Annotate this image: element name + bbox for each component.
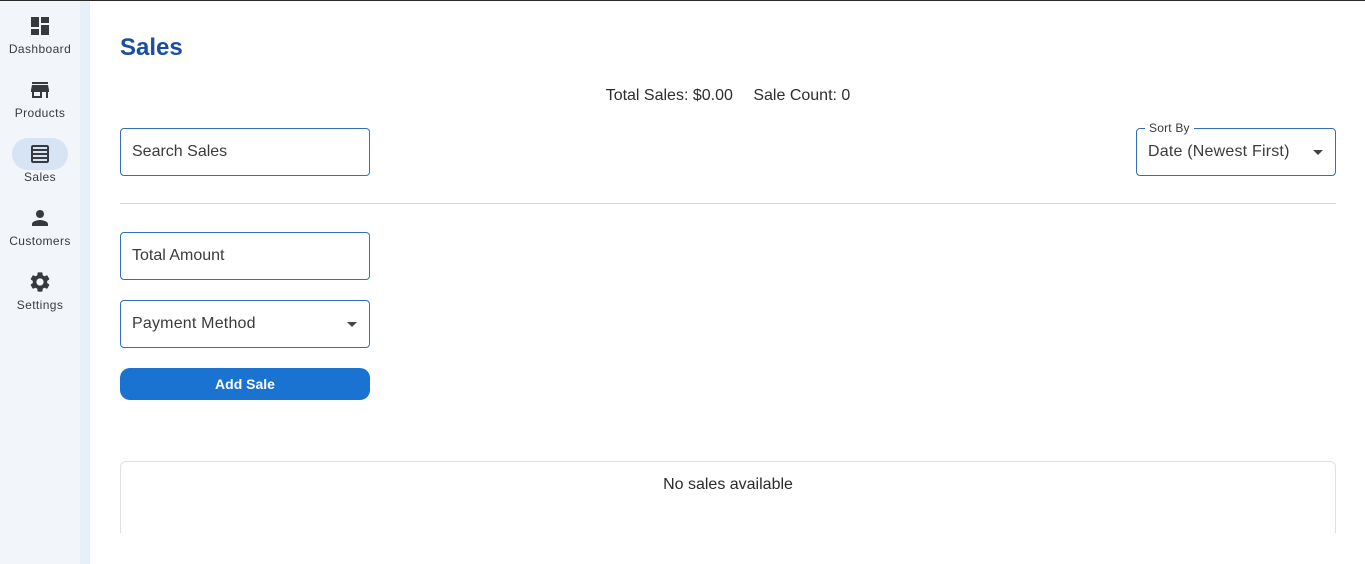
page-title: Sales xyxy=(120,34,183,61)
nav-pill xyxy=(12,74,68,106)
rail-edge xyxy=(80,1,90,564)
chevron-down-icon xyxy=(1313,150,1323,155)
total-sales-text: Total Sales: $0.00 xyxy=(605,87,733,104)
sales-summary: Total Sales: $0.00 Sale Count: 0 xyxy=(90,87,1365,105)
receipt-icon xyxy=(31,145,49,163)
payment-method-placeholder: Payment Method xyxy=(132,315,256,332)
sort-selected-value: Date (Newest First) xyxy=(1148,143,1290,160)
sale-count-text: Sale Count: 0 xyxy=(753,87,851,104)
nav-item-dashboard[interactable]: Dashboard xyxy=(0,10,80,66)
nav-item-products[interactable]: Products xyxy=(0,74,80,130)
store-icon xyxy=(31,82,49,98)
sort-label: Sort By xyxy=(1145,121,1194,135)
nav-pill xyxy=(12,10,68,42)
add-sale-button[interactable]: Add Sale xyxy=(120,368,370,400)
nav-pill-active xyxy=(12,138,68,170)
person-icon xyxy=(32,210,48,226)
navigation-rail: Dashboard Products Sales Customers Setti… xyxy=(0,1,80,564)
nav-label-customers: Customers xyxy=(9,234,71,248)
main-content: Sales Total Sales: $0.00 Sale Count: 0 S… xyxy=(90,1,1365,564)
total-amount-field[interactable] xyxy=(120,232,370,280)
divider xyxy=(120,203,1336,204)
nav-pill xyxy=(12,202,68,234)
nav-label-dashboard: Dashboard xyxy=(8,42,72,56)
payment-method-select[interactable]: Payment Method xyxy=(120,300,370,348)
sales-table: No sales available xyxy=(120,461,1336,541)
empty-state-message: No sales available xyxy=(663,476,793,493)
nav-item-customers[interactable]: Customers xyxy=(0,202,80,258)
nav-item-sales[interactable]: Sales xyxy=(0,138,80,194)
gear-icon xyxy=(30,272,50,292)
nav-label-settings: Settings xyxy=(16,298,64,312)
nav-pill xyxy=(12,266,68,298)
search-field[interactable] xyxy=(120,128,370,176)
total-amount-input[interactable] xyxy=(132,247,358,265)
dashboard-icon xyxy=(31,17,49,35)
nav-item-settings[interactable]: Settings xyxy=(0,266,80,322)
bottom-area xyxy=(90,533,1365,564)
nav-label-products: Products xyxy=(14,106,66,120)
search-input[interactable] xyxy=(132,143,358,161)
nav-label-sales: Sales xyxy=(23,170,57,184)
sort-select[interactable]: Sort By Date (Newest First) xyxy=(1136,121,1336,176)
chevron-down-icon xyxy=(347,322,357,327)
